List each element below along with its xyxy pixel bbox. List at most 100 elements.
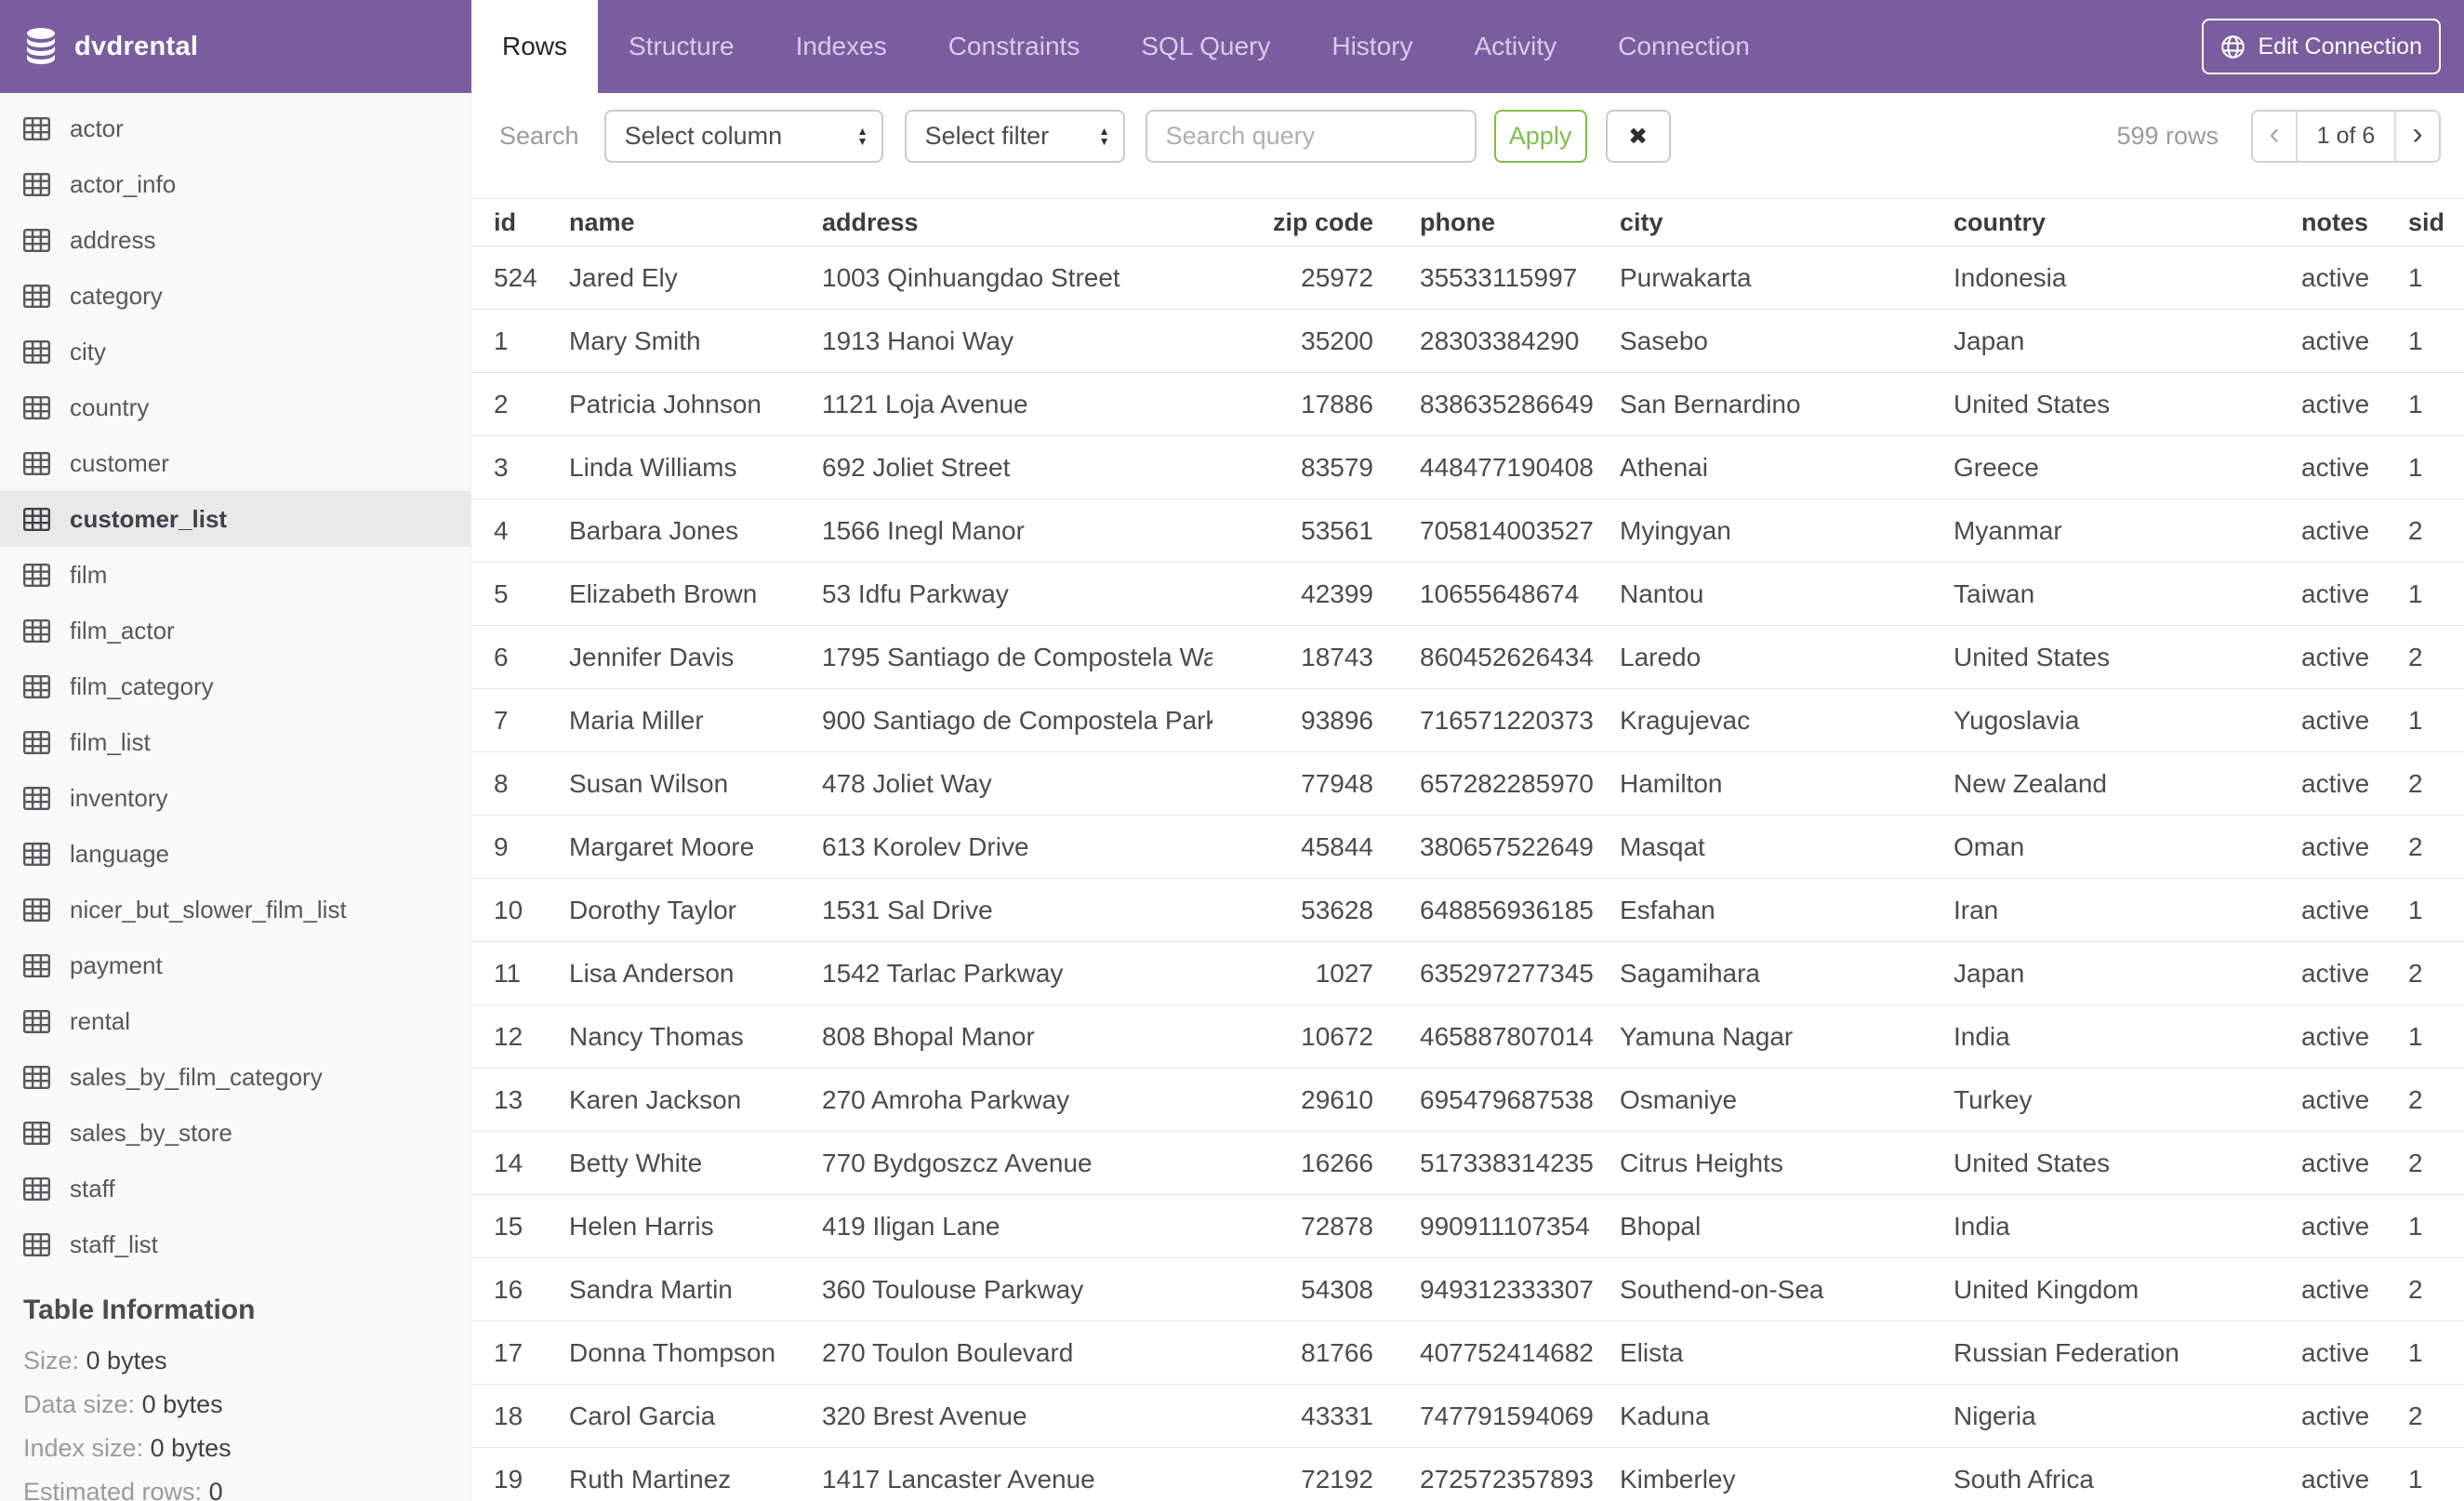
next-page-button[interactable]: › — [2394, 112, 2439, 161]
tab-history[interactable]: History — [1301, 0, 1443, 93]
cell-notes: active — [2301, 515, 2370, 545]
cell-phone: 949312333307 — [1420, 1274, 1594, 1304]
clear-search-button[interactable]: ✖ — [1605, 110, 1671, 163]
cell-notes: active — [2301, 831, 2370, 861]
sidebar-item-actor-info[interactable]: actor_info — [0, 156, 470, 212]
table-row[interactable]: 6 Jennifer Davis 1795 Santiago de Composte… — [471, 626, 2464, 689]
previous-page-button[interactable]: ‹ — [2253, 112, 2298, 161]
sidebar-item-film-actor[interactable]: film_actor — [0, 603, 470, 658]
sidebar-item-sales-by-store[interactable]: sales_by_store — [0, 1105, 470, 1161]
header-spacer — [1781, 0, 2203, 93]
cell-address: 360 Toulouse Parkway — [822, 1274, 1084, 1304]
table-row[interactable]: 13 Karen Jackson 270 Amroha Parkway 29610 69… — [471, 1069, 2464, 1132]
sidebar-item-address[interactable]: address — [0, 212, 470, 268]
table-row[interactable]: 2 Patricia Johnson 1121 Loja Avenue 17886 83… — [471, 373, 2464, 436]
cell-zip-code: 42399 — [1301, 578, 1373, 608]
cell-country: Japan — [1954, 325, 2025, 355]
cell-name: Susan Wilson — [569, 768, 729, 798]
table-row[interactable]: 11 Lisa Anderson 1542 Tarlac Parkway 1027 63… — [471, 942, 2464, 1005]
cell-phone: 716571220373 — [1420, 705, 1594, 735]
cell-notes: active — [2301, 705, 2370, 735]
tab-structure[interactable]: Structure — [598, 0, 765, 93]
table-row[interactable]: 3 Linda Williams 692 Joliet Street 83579 448… — [471, 436, 2464, 499]
sidebar-item-film-list[interactable]: film_list — [0, 714, 470, 770]
cell-city: Athenai — [1620, 452, 1708, 482]
table-icon — [23, 451, 50, 475]
sidebar-item-inventory[interactable]: inventory — [0, 770, 470, 826]
app-window: dvdrental Rows Structure Indexes Constraint… — [0, 0, 2464, 1501]
tab-bar: Rows Structure Indexes Constraints SQL Query… — [471, 0, 1781, 93]
sidebar-item-actor[interactable]: actor — [0, 100, 470, 156]
sidebar-item-country[interactable]: country — [0, 379, 470, 435]
edit-connection-button[interactable]: Edit Connection — [2202, 19, 2441, 74]
cell-zip-code: 1027 — [1315, 958, 1373, 988]
column-select[interactable]: Select column ▲ ▼ — [603, 110, 883, 163]
search-query-input[interactable] — [1145, 110, 1477, 163]
table-row[interactable]: 5 Elizabeth Brown 53 Idfu Parkway 42399 1065… — [471, 563, 2464, 626]
cell-phone: 28303384290 — [1420, 325, 1580, 355]
sidebar-item-staff[interactable]: staff — [0, 1161, 470, 1216]
cell-sid: 2 — [2408, 515, 2423, 545]
cell-id: 8 — [494, 768, 509, 798]
sidebar-item-film[interactable]: film — [0, 547, 470, 603]
table-row[interactable]: 14 Betty White 770 Bydgoszcz Avenue 16266 51… — [471, 1132, 2464, 1195]
tab-rows[interactable]: Rows — [471, 0, 599, 93]
select-arrows-icon: ▲ ▼ — [856, 124, 868, 148]
table-row[interactable]: 17 Donna Thompson 270 Toulon Boulevard 8176… — [471, 1322, 2464, 1385]
table-row[interactable]: 12 Nancy Thomas 808 Bhopal Manor 10672 46588… — [471, 1005, 2464, 1069]
column-header-name: name — [569, 207, 635, 236]
column-header-notes: notes — [2301, 207, 2369, 236]
tab-activity[interactable]: Activity — [1443, 0, 1587, 93]
tab-indexes[interactable]: Indexes — [765, 0, 918, 93]
table-row[interactable]: 524 Jared Ely 1003 Qinhuangdao Street 25972… — [471, 246, 2464, 310]
filter-select[interactable]: Select filter ▲ ▼ — [904, 110, 1125, 163]
cell-sid: 2 — [2408, 1401, 2423, 1430]
table-row[interactable]: 18 Carol Garcia 320 Brest Avenue 43331 74779… — [471, 1385, 2464, 1448]
cell-city: Nantou — [1620, 578, 1704, 608]
cell-phone: 517338314235 — [1420, 1148, 1594, 1177]
cell-notes: active — [2301, 325, 2370, 355]
apply-button[interactable]: Apply — [1493, 110, 1587, 163]
table-row[interactable]: 9 Margaret Moore 613 Korolev Drive 45844 380… — [471, 816, 2464, 879]
cell-name: Margaret Moore — [569, 831, 755, 861]
sidebar-item-language[interactable]: language — [0, 826, 470, 882]
sidebar-item-category[interactable]: category — [0, 268, 470, 324]
sidebar-item-film-category[interactable]: film_category — [0, 658, 470, 714]
sidebar-item-staff-list[interactable]: staff_list — [0, 1216, 470, 1272]
sidebar-item-label: city — [70, 337, 106, 365]
sidebar-item-customer-list[interactable]: customer_list — [0, 491, 470, 547]
table-information-panel: Table Information Size: 0 bytes Data size… — [0, 1272, 470, 1501]
cell-name: Patricia Johnson — [569, 389, 762, 418]
sidebar-item-payment[interactable]: payment — [0, 937, 470, 993]
table-row[interactable]: 19 Ruth Martinez 1417 Lancaster Avenue 7219… — [471, 1448, 2464, 1501]
search-toolbar: Search Select column ▲ ▼ Select filter ▲ ▼… — [471, 93, 2464, 198]
sidebar-item-rental[interactable]: rental — [0, 993, 470, 1049]
sidebar-item-nicer-but-slower-film-list[interactable]: nicer_but_slower_film_list — [0, 882, 470, 937]
cell-sid: 1 — [2408, 325, 2423, 355]
tab-sql-query[interactable]: SQL Query — [1110, 0, 1301, 93]
sidebar-item-sales-by-film-category[interactable]: sales_by_film_category — [0, 1049, 470, 1105]
sidebar-item-customer[interactable]: customer — [0, 435, 470, 491]
table-info-data-size: Data size: 0 bytes — [23, 1383, 470, 1427]
sidebar-item-label: customer_list — [70, 504, 228, 533]
table-row[interactable]: 1 Mary Smith 1913 Hanoi Way 35200 2830338429… — [471, 310, 2464, 373]
tab-constraints[interactable]: Constraints — [918, 0, 1111, 93]
cell-phone: 380657522649 — [1420, 831, 1594, 861]
sidebar-item-city[interactable]: city — [0, 324, 470, 379]
tab-connection[interactable]: Connection — [1587, 0, 1781, 93]
table-row[interactable]: 7 Maria Miller 900 Santiago de Compostela … — [471, 689, 2464, 752]
cell-zip-code: 35200 — [1301, 325, 1373, 355]
cell-sid: 1 — [2408, 1337, 2423, 1367]
sidebar-item-label: inventory — [70, 783, 168, 812]
cell-zip-code: 17886 — [1301, 389, 1373, 418]
main-content: Search Select column ▲ ▼ Select filter ▲ ▼… — [471, 93, 2464, 1501]
cell-country: India — [1954, 1211, 2010, 1241]
table-row[interactable]: 15 Helen Harris 419 Iligan Lane 72878 990911… — [471, 1195, 2464, 1258]
app-header: dvdrental Rows Structure Indexes Constraint… — [0, 0, 2464, 93]
table-icon — [23, 339, 50, 364]
table-row[interactable]: 10 Dorothy Taylor 1531 Sal Drive 53628 64885… — [471, 879, 2464, 942]
table-icon — [23, 674, 50, 698]
table-row[interactable]: 8 Susan Wilson 478 Joliet Way 77948 65728228… — [471, 752, 2464, 816]
table-row[interactable]: 4 Barbara Jones 1566 Inegl Manor 53561 70581… — [471, 499, 2464, 563]
table-row[interactable]: 16 Sandra Martin 360 Toulouse Parkway 54308… — [471, 1258, 2464, 1322]
